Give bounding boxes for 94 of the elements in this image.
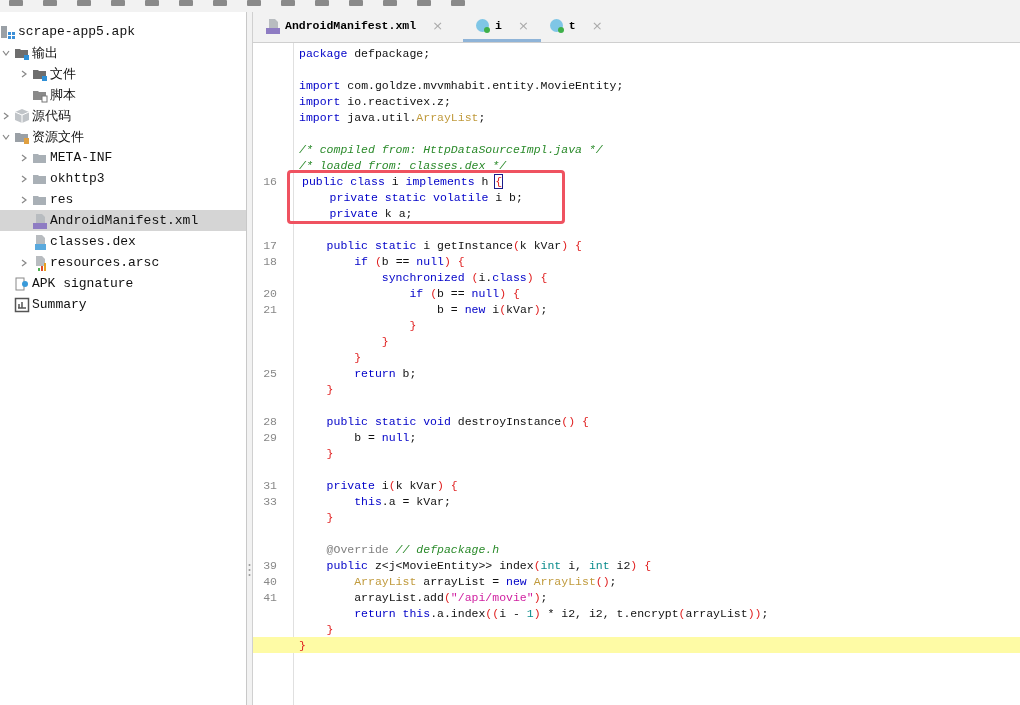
line-number: 21 [263, 302, 277, 316]
toolbar-icon[interactable] [280, 0, 296, 8]
editor-tab[interactable]: i × [463, 12, 541, 42]
key-icon [14, 275, 30, 292]
cube-icon [14, 107, 30, 124]
code-line: /* compiled from: HttpDataSourceImpl.java */ [299, 142, 603, 156]
code-line: /* loaded from: classes.dex */ [299, 158, 507, 172]
toolbar-icon[interactable] [246, 0, 262, 8]
code-line: import com.goldze.mvvmhabit.entity.MovieEntity; [299, 78, 624, 92]
code-line: synchronized (i.class) { [380, 270, 548, 284]
chevron-icon[interactable] [2, 132, 10, 141]
code-line: return b; [353, 366, 417, 380]
toolbar-icon[interactable] [144, 0, 160, 8]
chart-icon [14, 296, 30, 313]
toolbar-icon[interactable] [8, 0, 24, 8]
code-line: private k a; [328, 206, 413, 220]
line-number: 17 [263, 238, 277, 252]
code-line: return this.a.index((i - 1) * i2, i2, t.encrypt(arrayList)); [353, 606, 769, 620]
file-icon [265, 17, 281, 34]
line-number: 20 [263, 286, 277, 300]
tree-item[interactable]: resources.arsc [0, 252, 246, 273]
tree-item[interactable]: 文件 [0, 63, 246, 84]
code-line: } [325, 510, 334, 524]
code-line: public z<j<MovieEntity>> index(int i, int i2) { [325, 558, 652, 572]
tree-item[interactable]: Summary [0, 294, 246, 315]
code-line: @Override // defpackage.h [325, 542, 500, 556]
line-number: 40 [263, 574, 277, 588]
toolbar-icon[interactable] [110, 0, 126, 8]
code-line: private i(k kVar) { [325, 478, 458, 492]
code-line: } [408, 318, 417, 332]
line-number: 29 [263, 430, 277, 444]
tree-item[interactable]: 资源文件 [0, 126, 246, 147]
code-line: if (b == null) { [408, 286, 520, 300]
chevron-icon[interactable] [20, 153, 28, 162]
toolbar-icon[interactable] [348, 0, 364, 8]
line-number: 39 [263, 558, 277, 572]
editor-tab[interactable]: AndroidManifest.xml × [265, 12, 456, 42]
line-number: 31 [263, 478, 277, 492]
code-line: b = new i(kVar); [436, 302, 548, 316]
chevron-icon[interactable] [2, 111, 10, 120]
file-icon [32, 233, 48, 250]
code-line: private static volatile i b; [328, 190, 523, 204]
chevron-icon[interactable] [2, 48, 10, 57]
toolbar-icon[interactable] [450, 0, 466, 8]
class-icon [475, 17, 492, 34]
editor-tab[interactable]: t × [548, 12, 615, 42]
toolbar-icon[interactable] [314, 0, 330, 8]
tree-item[interactable]: res [0, 189, 246, 210]
toolbar-icon[interactable] [382, 0, 398, 8]
line-number: 25 [263, 366, 277, 380]
code-line: } [325, 622, 334, 636]
tree-item[interactable]: scrape-app5.apk [0, 21, 246, 42]
line-number: 28 [263, 414, 277, 428]
code-line: this.a = kVar; [353, 494, 451, 508]
code-line: ArrayList arrayList = new ArrayList(); [353, 574, 617, 588]
code-line: arrayList.add("/api/movie"); [353, 590, 548, 604]
toolbar-icon[interactable] [416, 0, 432, 8]
chevron-icon[interactable] [20, 174, 28, 183]
line-number: 18 [263, 254, 277, 268]
grid-icon [0, 23, 16, 40]
tree-item[interactable]: classes.dex [0, 231, 246, 252]
code-line: import java.util.ArrayList; [299, 110, 486, 124]
file-icon [32, 212, 48, 229]
line-number: 41 [263, 590, 277, 604]
code-line: } [299, 638, 306, 652]
code-line: } [325, 382, 334, 396]
chevron-icon[interactable] [20, 195, 28, 204]
splitter-handle[interactable] [248, 563, 251, 577]
code-line: package defpackage; [299, 46, 431, 60]
toolbar-icon[interactable] [42, 0, 58, 8]
line-number: 16 [263, 174, 277, 188]
code-line: if (b == null) { [353, 254, 465, 268]
toolbar-icon[interactable] [178, 0, 194, 8]
code-line: } [353, 350, 362, 364]
chevron-icon[interactable] [20, 258, 28, 267]
code-line: } [325, 446, 334, 460]
toolbar-icon[interactable] [76, 0, 92, 8]
chevron-icon[interactable] [20, 69, 28, 78]
toolbar-icon[interactable] [212, 0, 228, 8]
tree-item[interactable]: 输出 [0, 42, 246, 63]
code-line: public static void destroyInstance() { [325, 414, 589, 428]
class-icon [548, 17, 565, 34]
tree-item[interactable]: okhttp3 [0, 168, 246, 189]
code-line: b = null; [353, 430, 417, 444]
code-line: import io.reactivex.z; [299, 94, 451, 108]
tree-item[interactable]: APK signature [0, 273, 246, 294]
code-line: } [380, 334, 389, 348]
tree-item[interactable]: META-INF [0, 147, 246, 168]
tree-item[interactable]: 源代码 [0, 105, 246, 126]
code-line: public class i implements h { [302, 174, 503, 188]
code-line: public static i getInstance(k kVar) { [325, 238, 582, 252]
line-number: 33 [263, 494, 277, 508]
tree-item[interactable]: AndroidManifest.xml [0, 210, 246, 231]
tree-item[interactable]: 脚本 [0, 84, 246, 105]
